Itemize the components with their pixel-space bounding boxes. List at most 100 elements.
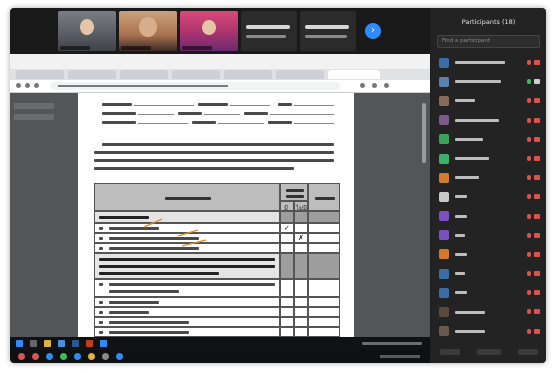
mic-muted-icon[interactable] [527,213,531,219]
zoom-icon[interactable] [100,340,107,347]
invite-button[interactable] [439,349,460,355]
start-icon[interactable] [16,340,23,347]
annotation-strokes [143,218,207,247]
chat-icon[interactable] [74,353,81,360]
forward-icon[interactable] [25,83,30,88]
browser-tab[interactable] [68,70,116,79]
reload-icon[interactable] [34,83,39,88]
participant-status-icons [527,271,540,277]
toolbar-action-icon[interactable] [384,83,389,88]
participant-row[interactable] [431,130,546,149]
mic-muted-icon[interactable] [527,251,531,257]
next-page-icon[interactable]: › [365,23,381,39]
participant-row[interactable] [431,226,546,245]
participant-search-input[interactable]: Find a participant [437,35,540,48]
participants-icon[interactable] [60,353,67,360]
browser-tab[interactable] [16,70,64,79]
camera-off-icon[interactable] [534,175,540,181]
participant-row[interactable] [431,149,546,168]
participant-avatar [439,326,449,337]
reactions-icon[interactable] [116,353,123,360]
more-button[interactable] [517,349,538,355]
camera-off-icon[interactable] [534,155,540,161]
participant-row[interactable] [431,72,546,91]
participant-avatar [439,172,449,183]
browser-tab[interactable] [224,70,272,79]
viewer-scrollbar[interactable] [422,103,426,163]
folder-icon[interactable] [44,340,51,347]
participant-row[interactable] [431,53,546,72]
mic-muted-icon[interactable] [527,328,531,334]
participant-row[interactable] [431,207,546,226]
participant-avatar [439,307,449,318]
participant-row[interactable] [431,168,546,187]
mic-muted-icon[interactable] [527,309,531,315]
participant-row[interactable] [431,322,546,341]
mic-muted-icon[interactable] [527,175,531,181]
mic-muted-icon[interactable] [527,155,531,161]
mic-muted-icon[interactable] [527,290,531,296]
video-tile[interactable] [58,11,116,51]
app-icon[interactable] [86,340,93,347]
camera-on-icon[interactable] [534,79,540,85]
mic-muted-icon[interactable] [527,271,531,277]
mute-all-button[interactable] [476,349,501,355]
mic-muted-icon[interactable] [527,60,531,65]
video-tile[interactable] [180,11,238,51]
camera-off-icon[interactable] [534,328,540,334]
video-icon[interactable] [32,353,39,360]
camera-off-icon[interactable] [534,213,540,219]
mute-icon[interactable] [18,353,25,360]
participant-row[interactable] [431,283,546,302]
participant-row[interactable] [431,264,546,283]
mic-on-icon[interactable] [527,79,531,85]
participant-name [455,291,467,295]
mic-muted-icon[interactable] [527,136,531,142]
thumbnail[interactable] [14,103,54,109]
browser-tab[interactable] [276,70,324,79]
toolbar-action-icon[interactable] [360,83,365,88]
browser-tab[interactable] [172,70,220,79]
camera-off-icon[interactable] [534,98,540,104]
browser-tab[interactable] [120,70,168,79]
camera-off-icon[interactable] [534,194,540,200]
participant-name [455,233,465,237]
search-icon[interactable] [30,340,37,347]
app-icon[interactable] [58,340,65,347]
camera-off-icon[interactable] [534,232,540,238]
camera-off-icon[interactable] [534,251,540,257]
camera-off-icon[interactable] [534,309,540,315]
browser-tab-active[interactable] [328,70,380,79]
video-name-only-tile[interactable] [241,11,297,51]
camera-off-icon[interactable] [534,60,540,65]
toolbar-action-icon[interactable] [372,83,377,88]
participant-row[interactable] [431,245,546,264]
participant-row[interactable] [431,91,546,110]
mic-muted-icon[interactable] [527,117,531,123]
security-icon[interactable] [46,353,53,360]
record-icon[interactable] [102,353,109,360]
camera-off-icon[interactable] [534,117,540,123]
mic-muted-icon[interactable] [527,232,531,238]
participant-name [455,310,485,314]
word-icon[interactable] [72,340,79,347]
participant-row[interactable] [431,302,546,321]
participant-name [455,118,499,122]
mic-muted-icon[interactable] [527,194,531,200]
participant-row[interactable] [431,187,546,206]
address-bar[interactable] [50,82,340,90]
thumbnail[interactable] [14,114,54,120]
video-name-only-tile[interactable] [300,11,356,51]
camera-off-icon[interactable] [534,271,540,277]
participant-avatar [439,76,449,87]
participant-name [455,252,467,256]
mic-muted-icon[interactable] [527,98,531,104]
participant-status-icons [527,328,540,334]
camera-off-icon[interactable] [534,136,540,142]
camera-off-icon[interactable] [534,290,540,296]
participant-row[interactable] [431,111,546,130]
participant-name [455,272,465,276]
share-screen-icon[interactable] [88,353,95,360]
video-tile[interactable] [119,11,177,51]
back-icon[interactable] [16,83,21,88]
